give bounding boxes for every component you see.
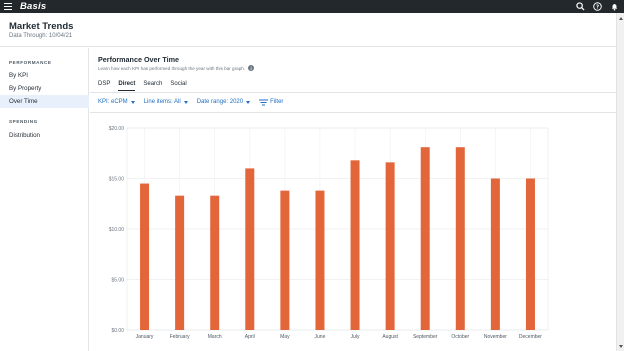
tab-search[interactable]: Search [143, 81, 162, 91]
chevron-down-icon [130, 100, 135, 104]
sidebar-item-by-property[interactable]: By Property [0, 82, 89, 95]
bar-november [490, 178, 500, 330]
bar-january [140, 183, 150, 330]
sidebar-item-distribution[interactable]: Distribution [0, 129, 89, 142]
app-logo[interactable]: Basis [20, 1, 46, 12]
sidebar: PERFORMANCE By KPI By Property Over Time… [0, 48, 89, 351]
sidebar-performance-list: By KPI By Property Over Time [0, 69, 89, 108]
kpi-tabs: DSP Direct Search Social [98, 81, 187, 91]
date-range-dropdown[interactable]: Date range: 2020 [196, 99, 251, 105]
page-scrollbar[interactable] [616, 13, 624, 351]
date-range-dropdown-label: Date range: 2020 [196, 99, 244, 105]
main-content: Performance Over Time Learn how each KPI… [90, 48, 616, 351]
x-tick-label: August [382, 334, 398, 340]
chevron-down-icon [246, 100, 251, 104]
performance-bar-chart: $0.00 $5.00 $10.00 $15.00 $20.00 January Febru… [90, 120, 616, 351]
kpi-dropdown-label: KPI: eCPM [98, 99, 128, 105]
y-tick-label: $20.00 [109, 126, 125, 132]
sidebar-section-performance: PERFORMANCE [9, 60, 52, 65]
tab-dsp[interactable]: DSP [98, 81, 110, 91]
filter-button-label: Filter [270, 99, 284, 105]
sidebar-section-spending: SPENDING [9, 119, 38, 124]
bar-september [420, 147, 430, 330]
bar-march [210, 195, 220, 330]
y-tick-label: $5.00 [111, 277, 124, 283]
search-icon[interactable] [575, 1, 586, 12]
filters-divider [90, 112, 616, 113]
data-through-label: Data Through: 10/04/21 [9, 33, 73, 39]
bell-icon[interactable] [609, 1, 620, 12]
filter-button[interactable]: Filter [259, 99, 284, 106]
page-title: Market Trends [9, 21, 74, 32]
top-bar-icons: ? [575, 1, 620, 12]
bar-december [525, 178, 535, 330]
x-tick-label: October [451, 334, 469, 340]
kpi-dropdown[interactable]: KPI: eCPM [98, 99, 135, 105]
x-tick-label: December [519, 334, 542, 340]
help-icon[interactable]: ? [592, 1, 603, 12]
page-header: Market Trends Data Through: 10/04/21 [0, 13, 616, 47]
filter-bar: KPI: eCPM Line items: All Date range: 20… [98, 99, 284, 106]
top-bar: Basis ? [0, 0, 624, 13]
x-tick-label: May [280, 334, 290, 340]
bar-february [175, 195, 185, 330]
y-tick-label: $0.00 [111, 328, 124, 334]
y-tick-label: $10.00 [109, 227, 125, 233]
bar-august [385, 162, 395, 330]
y-tick-label: $15.00 [109, 176, 125, 182]
x-tick-label: June [315, 334, 326, 340]
sidebar-spending-list: Distribution [0, 129, 89, 142]
section-title: Performance Over Time [98, 55, 179, 64]
x-tick-label: September [413, 334, 438, 340]
bar-july [350, 160, 360, 330]
x-tick-label: February [170, 334, 191, 340]
filter-lines-icon [259, 99, 269, 106]
scroll-down-arrow-icon[interactable] [619, 345, 623, 348]
bar-june [315, 190, 325, 330]
line-items-dropdown-label: Line items: All [143, 99, 181, 105]
x-tick-label: January [136, 334, 154, 340]
section-subtitle-text: Learn how each KPI has performed through… [98, 65, 246, 71]
x-tick-label: November [484, 334, 507, 340]
chevron-down-icon [183, 100, 188, 104]
chart-svg: $0.00 $5.00 $10.00 $15.00 $20.00 January Febru… [109, 126, 549, 340]
x-tick-label: March [208, 334, 222, 340]
sidebar-item-over-time[interactable]: Over Time [0, 95, 89, 108]
bar-may [280, 190, 290, 330]
hamburger-menu-icon[interactable] [4, 3, 12, 10]
x-tick-label: July [351, 334, 360, 340]
tab-direct[interactable]: Direct [118, 81, 136, 91]
section-subtitle: Learn how each KPI has performed through… [98, 65, 255, 71]
x-tick-label: April [245, 334, 255, 340]
bar-october [455, 147, 465, 330]
svg-text:?: ? [596, 4, 599, 10]
line-items-dropdown[interactable]: Line items: All [144, 99, 188, 105]
sidebar-item-by-kpi[interactable]: By KPI [0, 69, 89, 82]
tabs-divider [90, 92, 616, 93]
scroll-up-arrow-icon[interactable] [619, 17, 623, 20]
tab-social[interactable]: Social [170, 81, 186, 91]
info-icon[interactable]: i [248, 65, 255, 71]
bar-april [245, 168, 255, 330]
